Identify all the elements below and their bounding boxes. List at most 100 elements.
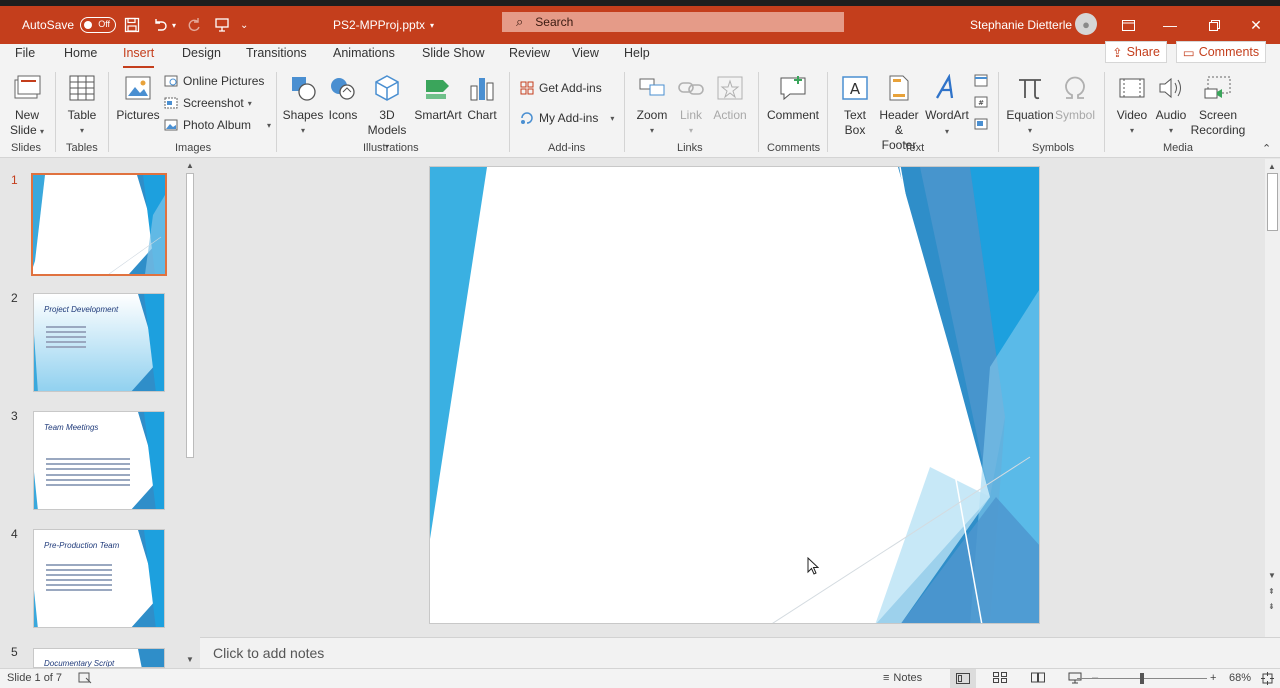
notes-pane[interactable]: Click to add notes: [200, 637, 1280, 668]
close-icon[interactable]: ✕: [1236, 6, 1276, 44]
smartart-button[interactable]: SmartArt: [414, 72, 462, 123]
video-button[interactable]: Video ▾: [1112, 72, 1152, 138]
online-pictures-button[interactable]: Online Pictures: [163, 71, 264, 91]
group-divider: [509, 72, 510, 152]
symbol-button[interactable]: Symbol: [1055, 72, 1095, 123]
user-name[interactable]: Stephanie Dietterle: [970, 6, 1072, 44]
tab-animations[interactable]: Animations: [333, 46, 395, 66]
slide-bullets: [46, 458, 130, 489]
autosave-state: Off: [98, 19, 111, 29]
notes-button[interactable]: ≡ Notes: [883, 672, 922, 684]
zoom-slider-handle[interactable]: [1140, 673, 1144, 684]
pictures-button[interactable]: Pictures: [116, 72, 160, 123]
group-illustrations-label: Illustrations: [363, 142, 419, 154]
group-comments-label: Comments: [767, 142, 821, 154]
redo-icon[interactable]: [184, 6, 204, 44]
equation-button[interactable]: Equation ▾: [1005, 72, 1055, 138]
notes-label: Notes: [893, 672, 923, 684]
wordart-button[interactable]: WordArt ▾: [924, 72, 970, 139]
action-label: Action: [713, 108, 747, 122]
restore-icon[interactable]: [1194, 6, 1234, 44]
comments-button[interactable]: ▭ Comments: [1176, 41, 1266, 63]
normal-view-icon[interactable]: [950, 669, 976, 688]
chart-button[interactable]: Chart: [464, 72, 500, 123]
action-button[interactable]: Action: [711, 72, 749, 123]
screenshot-button[interactable]: Screenshot ▾: [163, 93, 252, 113]
zoom-level[interactable]: 68%: [1229, 672, 1251, 684]
editor-scrollbar[interactable]: ▲ ▼ ⇞ ⇟: [1265, 159, 1280, 637]
autosave-label: AutoSave: [22, 18, 75, 32]
scroll-up-icon[interactable]: ▲: [186, 161, 194, 170]
thumbnail-scrollbar[interactable]: ▲ ▼: [184, 159, 196, 668]
undo-icon[interactable]: ▾: [150, 6, 176, 44]
autosave[interactable]: AutoSave Off: [22, 6, 117, 44]
text-box-button[interactable]: A Text Box: [836, 72, 874, 138]
accessibility-icon[interactable]: [78, 672, 92, 684]
tab-insert[interactable]: Insert: [123, 46, 155, 69]
video-icon: [1116, 72, 1148, 104]
tab-file[interactable]: File: [15, 46, 35, 66]
scroll-up-icon[interactable]: ▲: [1268, 162, 1276, 171]
screen-label: Screen: [1198, 108, 1238, 122]
tab-view[interactable]: View: [572, 46, 599, 66]
customize-qat-icon[interactable]: ⌄: [240, 6, 248, 44]
icons-button[interactable]: Icons: [326, 72, 360, 123]
group-symbols-label: Symbols: [1032, 142, 1075, 154]
zoom-button[interactable]: Zoom ▾: [632, 72, 672, 138]
slide-thumbnail-4[interactable]: Pre-Production Team: [33, 529, 165, 628]
current-slide[interactable]: [429, 166, 1040, 624]
date-time-icon[interactable]: [973, 70, 989, 90]
ribbon: New Slide ▾ Slides Table ▾ Tables Pictur…: [0, 68, 1280, 158]
save-icon[interactable]: [122, 6, 142, 44]
previous-slide-icon[interactable]: ⇞: [1268, 587, 1275, 596]
header-footer-button[interactable]: Header & Footer: [876, 72, 922, 153]
screen-recording-button[interactable]: Screen Recording: [1190, 72, 1246, 138]
avatar[interactable]: ●: [1075, 13, 1097, 35]
group-tables-label: Tables: [66, 142, 98, 154]
slide-thumbnail-3[interactable]: Team Meetings: [33, 411, 165, 510]
slide-sorter-icon[interactable]: [993, 672, 1007, 683]
new-slide-button[interactable]: New Slide ▾: [7, 72, 47, 139]
audio-button[interactable]: Audio ▾: [1152, 72, 1190, 138]
notes-placeholder: Click to add notes: [213, 645, 325, 661]
search-input[interactable]: ⌕ Search: [502, 12, 844, 32]
tab-design[interactable]: Design: [182, 46, 221, 66]
next-slide-icon[interactable]: ⇟: [1268, 602, 1275, 611]
ribbon-display-icon[interactable]: [1108, 6, 1148, 44]
slide-number: 1: [11, 173, 18, 187]
share-button[interactable]: ⇪ Share: [1105, 41, 1167, 63]
get-addins-button[interactable]: Get Add-ins: [519, 78, 602, 98]
collapse-ribbon-icon[interactable]: ⌃: [1262, 142, 1271, 155]
present-icon[interactable]: [212, 6, 232, 44]
table-button[interactable]: Table ▾: [62, 72, 102, 138]
scroll-thumb[interactable]: [1267, 173, 1278, 231]
zoom-label: Zoom: [636, 108, 668, 122]
fit-to-window-icon[interactable]: [1261, 672, 1274, 685]
tab-help[interactable]: Help: [624, 46, 650, 66]
mouse-cursor-icon: [807, 556, 820, 578]
minimize-icon[interactable]: —: [1150, 6, 1190, 44]
slide-number-icon[interactable]: #: [973, 92, 989, 112]
zoom-in-icon[interactable]: +: [1210, 672, 1216, 684]
reading-view-icon[interactable]: [1031, 672, 1045, 683]
scroll-down-icon[interactable]: ▼: [1268, 571, 1276, 580]
tab-home[interactable]: Home: [64, 46, 97, 66]
object-icon[interactable]: [973, 114, 989, 134]
autosave-toggle[interactable]: Off: [80, 17, 117, 33]
comment-button[interactable]: Comment: [765, 72, 821, 123]
icons-icon: [327, 72, 359, 104]
group-links-label: Links: [677, 142, 703, 154]
shapes-button[interactable]: Shapes ▾: [283, 72, 323, 138]
scroll-down-icon[interactable]: ▼: [186, 655, 194, 664]
tab-transitions[interactable]: Transitions: [246, 46, 307, 66]
slide-thumbnail-5[interactable]: Documentary Script: [33, 648, 165, 668]
tab-review[interactable]: Review: [509, 46, 550, 66]
my-addins-button[interactable]: My Add-ins ▾: [519, 108, 614, 128]
document-title[interactable]: PS2-MPProj.pptx ▾: [333, 6, 434, 44]
tab-slide-show[interactable]: Slide Show: [422, 46, 485, 66]
link-button[interactable]: Link ▾: [676, 72, 706, 138]
slide-thumbnail-1[interactable]: [31, 173, 167, 276]
photo-album-button[interactable]: Photo Album ▾: [163, 115, 271, 135]
slide-thumbnail-2[interactable]: Project Development: [33, 293, 165, 392]
scroll-thumb[interactable]: [186, 173, 194, 458]
